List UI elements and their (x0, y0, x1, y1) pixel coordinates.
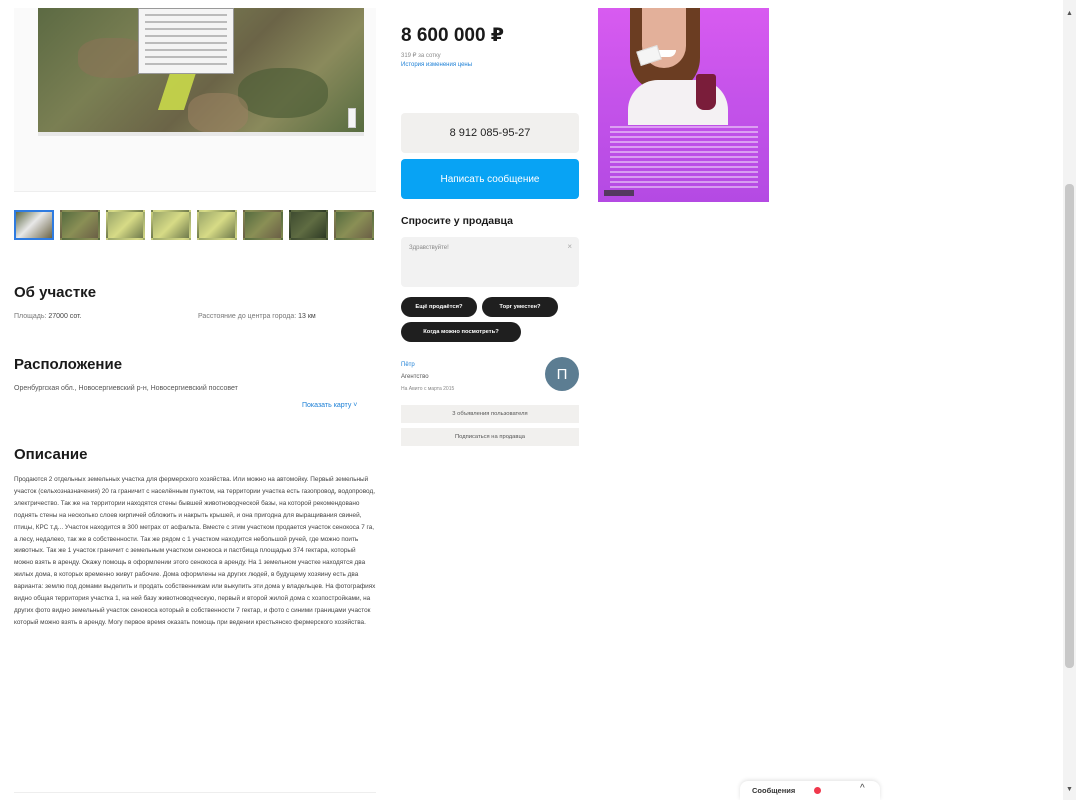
quick-question-chip[interactable]: Торг уместен? (482, 297, 558, 317)
scroll-up-icon[interactable]: ▲ (1066, 10, 1073, 17)
seller-type: Агентство (401, 374, 429, 380)
about-title: Об участке (14, 284, 97, 301)
area-info: Площадь: 27000 сот. (14, 313, 81, 320)
notification-dot (814, 787, 821, 794)
write-message-label: Написать сообщение (440, 173, 540, 185)
phone-number: 8 912 085-95-27 (449, 127, 531, 139)
thumbnail[interactable] (14, 210, 54, 240)
map-zoom-control[interactable] (348, 108, 356, 128)
ad-label (604, 190, 634, 196)
divider (14, 792, 376, 793)
chevron-up-icon[interactable]: ^ (860, 783, 865, 794)
show-map-link[interactable]: Показать карту ˅ (302, 402, 357, 409)
ad-image-glass (696, 74, 716, 110)
area-value: 27000 сот. (48, 313, 82, 320)
ask-input-text: Здравствуйте! (409, 245, 449, 251)
price-per-unit: 319 ₽ за сотку (401, 53, 441, 59)
ad-copy-text (610, 126, 758, 192)
seller-name-link[interactable]: Пётр (401, 362, 415, 368)
messenger-label: Сообщения (752, 786, 796, 795)
chevron-down-icon: ˅ (353, 402, 358, 409)
clear-icon[interactable]: × (567, 242, 572, 251)
map-field-patch (188, 93, 248, 133)
distance-label: Расстояние до центра города: (198, 313, 297, 320)
main-photo-map[interactable] (38, 8, 364, 136)
thumbnail[interactable] (151, 210, 191, 240)
thumbnail[interactable] (334, 210, 374, 240)
price-history-link[interactable]: История изменения цены (401, 62, 472, 68)
thumbnail[interactable] (242, 210, 283, 240)
listing-page: Об участке Площадь: 27000 сот. Расстояни… (0, 0, 1076, 800)
avatar[interactable]: П (545, 357, 579, 391)
scroll-down-icon[interactable]: ▼ (1066, 786, 1073, 793)
photo-gallery[interactable] (14, 8, 376, 192)
map-field-patch (238, 68, 328, 118)
ask-seller-input[interactable]: Здравствуйте! × (401, 237, 579, 287)
location-address: Оренбургская обл., Новосергиевский р-н, … (14, 385, 238, 392)
scrollbar[interactable]: ▲ ▼ (1063, 0, 1076, 800)
ask-seller-title: Спросите у продавца (401, 215, 513, 227)
thumbnail[interactable] (288, 210, 329, 240)
subscribe-seller-button[interactable]: Подписаться на продавца (401, 428, 579, 446)
seller-listings-button[interactable]: 3 объявления пользователя (401, 405, 579, 423)
area-label: Площадь: (14, 313, 47, 320)
location-title: Расположение (14, 356, 123, 373)
distance-value: 13 км (298, 313, 316, 320)
map-info-popup (138, 8, 234, 74)
thumbnail[interactable] (105, 210, 146, 240)
show-map-label: Показать карту (302, 402, 352, 409)
write-message-button[interactable]: Написать сообщение (401, 159, 579, 199)
price: 8 600 000 ₽ (401, 25, 505, 46)
description-text: Продаются 2 отдельных земельных участка … (14, 476, 376, 626)
show-phone-button[interactable]: 8 912 085-95-27 (401, 113, 579, 153)
seller-since: На Авито с марта 2015 (401, 386, 455, 392)
quick-question-chip[interactable]: Когда можно посмотреть? (401, 322, 521, 342)
description-title: Описание (14, 446, 88, 463)
map-toolbar (38, 132, 364, 136)
thumbnail-strip (14, 210, 374, 240)
thumbnail[interactable] (197, 210, 237, 240)
messenger-bar[interactable]: Сообщения ^ (740, 781, 880, 800)
thumbnail[interactable] (59, 210, 100, 240)
quick-question-chip[interactable]: Ещё продаётся? (401, 297, 477, 317)
distance-info: Расстояние до центра города: 13 км (198, 313, 316, 320)
scroll-thumb[interactable] (1065, 184, 1074, 668)
ad-banner[interactable] (598, 8, 769, 202)
